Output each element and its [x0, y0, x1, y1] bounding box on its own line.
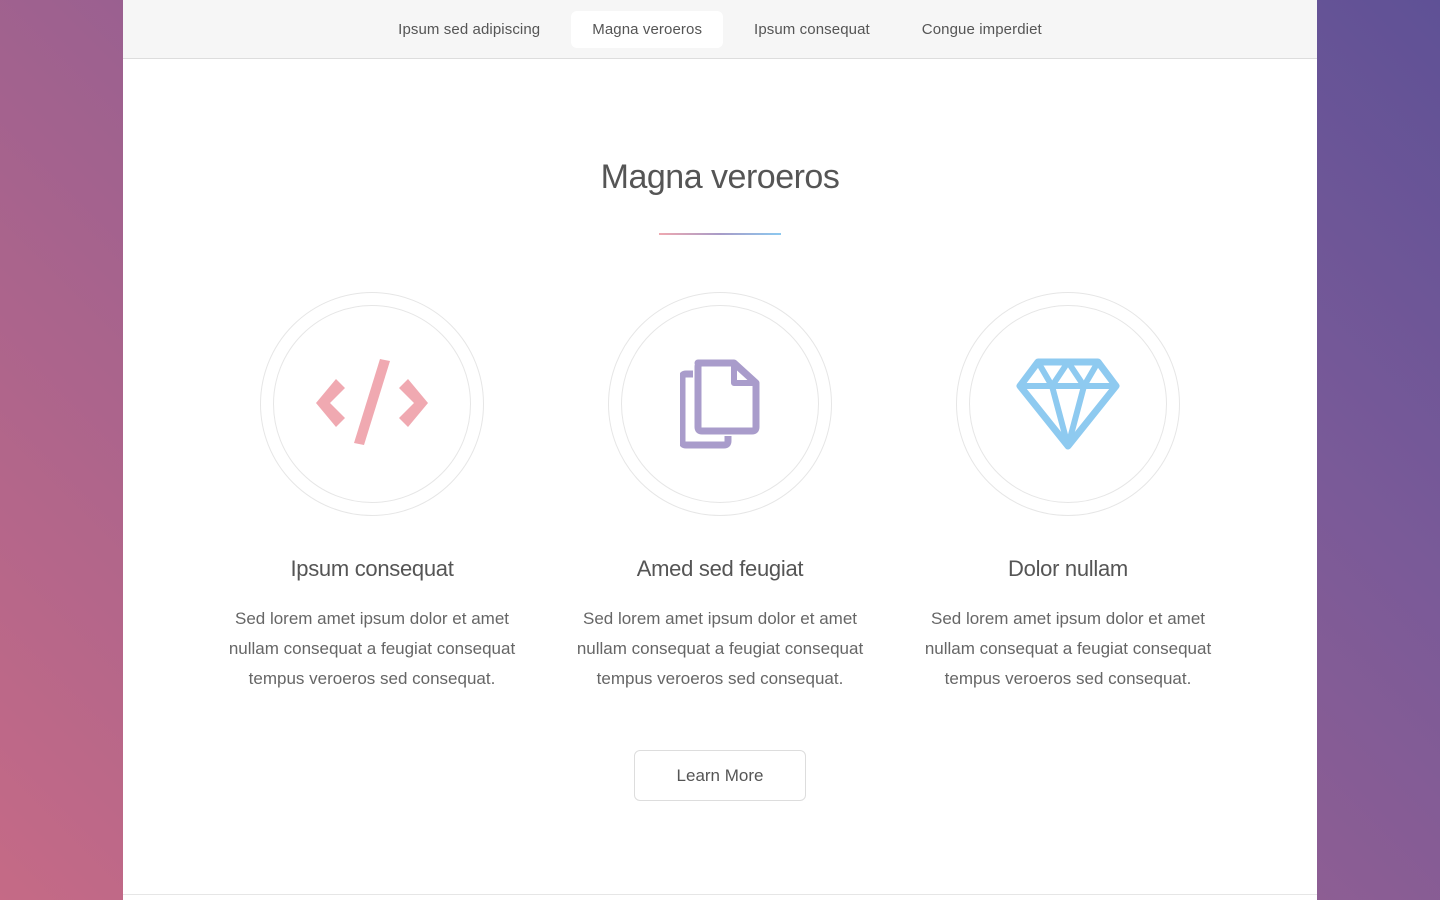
feature-description: Sed lorem amet ipsum dolor et amet nulla… [924, 609, 1212, 688]
icon-ring [608, 292, 832, 516]
feature-title: Amed sed feugiat [636, 556, 804, 581]
feature-title: Dolor nullam [1008, 556, 1128, 581]
code-icon [316, 359, 428, 445]
section-title: Magna veroeros [600, 158, 840, 196]
nav-list: Ipsum sed adipiscing Magna veroeros Ipsu… [377, 10, 1063, 48]
nav-item-congue-imperdiet[interactable]: Congue imperdiet [901, 11, 1063, 48]
section-divider [123, 894, 1317, 895]
copy-icon [680, 359, 760, 449]
icon-ring-inner [621, 305, 819, 503]
feature-description: Sed lorem amet ipsum dolor et amet nulla… [576, 609, 864, 688]
nav-item-ipsum-sed-adipiscing[interactable]: Ipsum sed adipiscing [377, 11, 561, 48]
icon-ring [956, 292, 1180, 516]
icon-ring-inner [273, 305, 471, 503]
nav-item-ipsum-consequat[interactable]: Ipsum consequat [733, 11, 891, 48]
top-nav: Ipsum sed adipiscing Magna veroeros Ipsu… [123, 0, 1317, 59]
main-page: Ipsum sed adipiscing Magna veroeros Ipsu… [123, 0, 1317, 900]
feature-title: Ipsum consequat [290, 556, 454, 581]
nav-item-magna-veroeros[interactable]: Magna veroeros [571, 10, 724, 48]
learn-more-button[interactable]: Learn More [634, 750, 806, 801]
feature-description: Sed lorem amet ipsum dolor et amet nulla… [228, 609, 516, 688]
title-divider [659, 233, 781, 235]
diamond-icon [1016, 358, 1120, 450]
icon-ring-inner [969, 305, 1167, 503]
icon-ring [260, 292, 484, 516]
